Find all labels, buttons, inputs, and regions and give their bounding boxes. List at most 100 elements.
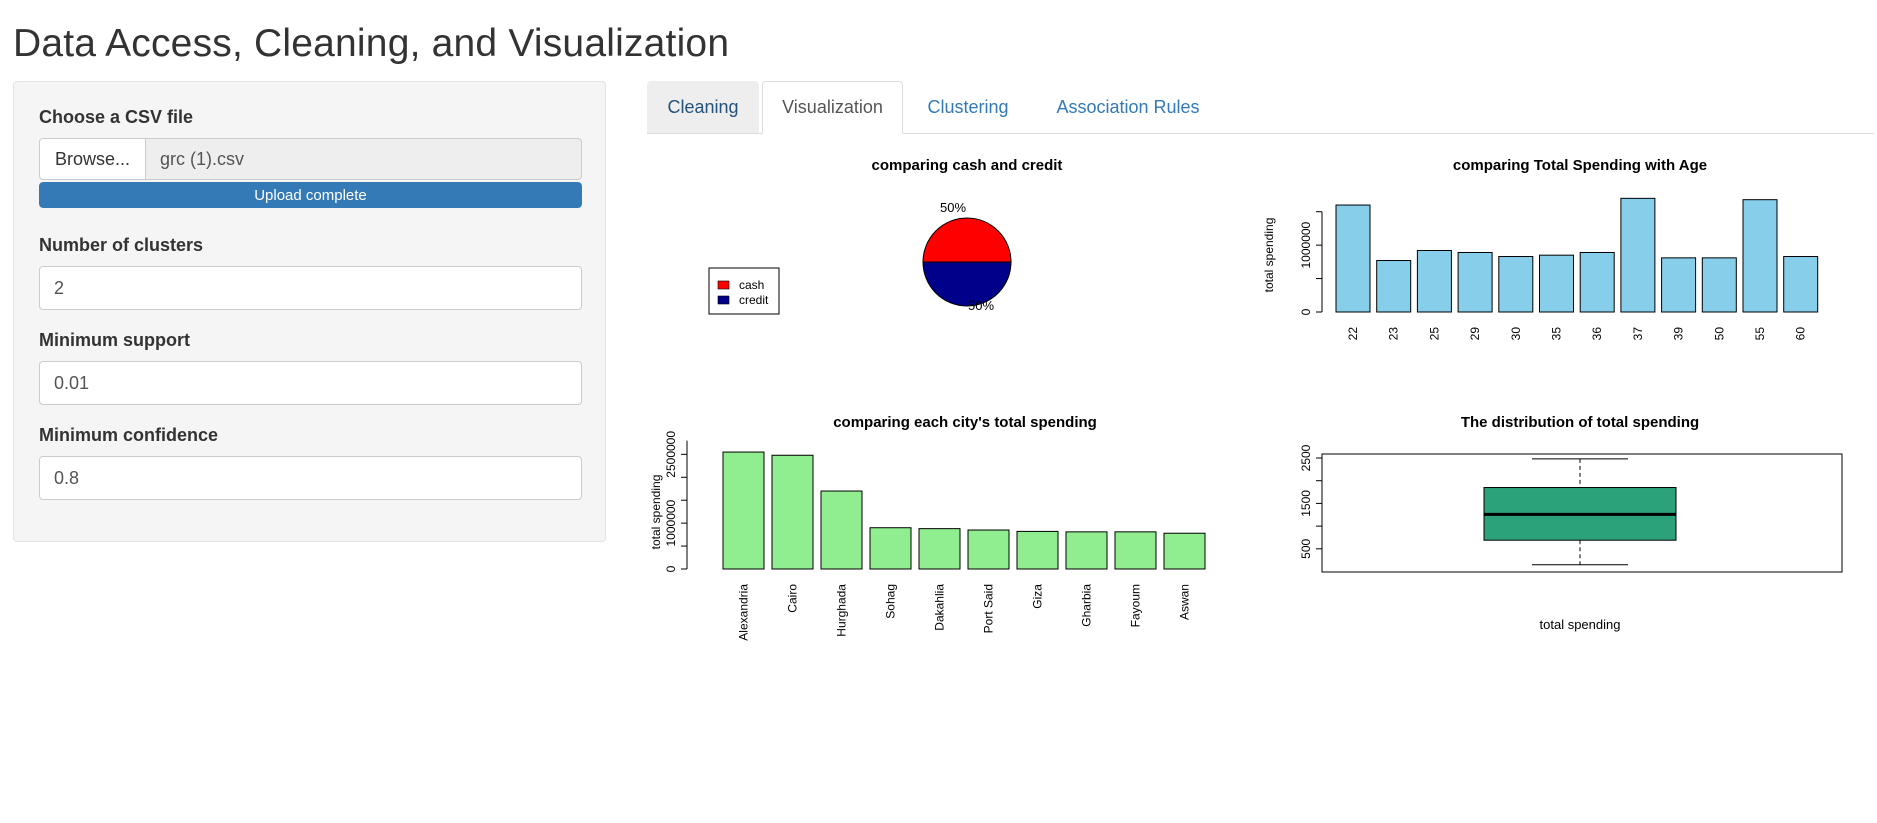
x-label-37: 37 — [1631, 327, 1645, 341]
bar-gharbia — [1065, 531, 1108, 570]
age-chart-title: comparing Total Spending with Age — [1453, 157, 1707, 174]
bar-36 — [1579, 251, 1615, 313]
tab-cleaning[interactable]: Cleaning — [647, 81, 759, 133]
pie-slice-label-cash: 50% — [940, 200, 966, 215]
y-tick-label: 2500 — [1299, 444, 1313, 471]
pie-slice-label-credit: 50% — [968, 298, 994, 313]
bar-22 — [1335, 204, 1371, 313]
upload-progress-bar: Upload complete — [39, 182, 582, 208]
pie-chart: comparing cash and credit 50% 50% cash c… — [708, 157, 1063, 315]
x-label-25: 25 — [1427, 327, 1441, 341]
bar-60 — [1783, 256, 1819, 313]
age-x-labels: 22 23 25 29 30 35 36 37 39 50 55 60 — [1346, 327, 1808, 341]
legend-swatch-credit — [717, 295, 730, 305]
bar-sohag — [869, 527, 912, 570]
file-name-field[interactable]: grc (1).csv — [146, 138, 582, 180]
x-label-aswan: Aswan — [1178, 584, 1192, 620]
legend-label-credit: credit — [739, 293, 769, 307]
bar-50 — [1701, 257, 1737, 313]
city-y-axis: 0 1000000 2500000 — [664, 431, 688, 572]
visualization-plots: comparing cash and credit 50% 50% cash c… — [649, 157, 1843, 641]
x-label-60: 60 — [1794, 327, 1808, 341]
pie-chart-title: comparing cash and credit — [872, 157, 1063, 174]
x-label-30: 30 — [1509, 327, 1523, 341]
bar-aswan — [1163, 532, 1206, 570]
page-title: Data Access, Cleaning, and Visualization — [13, 22, 730, 65]
confidence-label: Minimum confidence — [39, 425, 219, 445]
x-label-dakahlia: Dakahlia — [933, 584, 947, 631]
file-input-group: Browse... grc (1).csv — [39, 138, 582, 180]
support-label: Minimum support — [39, 330, 190, 350]
bar-dakahlia — [918, 528, 961, 570]
boxplot-box — [1483, 458, 1677, 566]
confidence-input[interactable]: 0.8 — [39, 456, 582, 500]
bar-23 — [1376, 260, 1412, 313]
y-tick-label: 0 — [1299, 308, 1313, 315]
x-label-port-said: Port Said — [982, 584, 996, 633]
tab-visualization[interactable]: Visualization — [762, 81, 903, 134]
x-label-hurghada: Hurghada — [835, 584, 849, 637]
legend-label-cash: cash — [739, 278, 764, 292]
bar-port-said — [967, 529, 1010, 570]
tab-bar: Cleaning Visualization Clustering Associ… — [647, 81, 1874, 134]
y-tick-label: 1500 — [1299, 490, 1313, 517]
bar-giza — [1016, 530, 1059, 570]
age-spending-chart: comparing Total Spending with Age total … — [1262, 157, 1819, 341]
pie-legend: cash credit — [708, 267, 780, 315]
city-chart-title: comparing each city's total spending — [833, 414, 1097, 431]
support-input[interactable]: 0.01 — [39, 361, 582, 405]
x-label-sohag: Sohag — [884, 584, 898, 619]
tab-clustering[interactable]: Clustering — [903, 81, 1033, 133]
city-x-labels: Alexandria Cairo Hurghada Sohag Dakahlia Port… — [737, 584, 1192, 641]
x-label-23: 23 — [1387, 327, 1401, 341]
clusters-input[interactable]: 2 — [39, 266, 582, 310]
bar-cairo — [771, 454, 814, 570]
age-chart-ylabel: total spending — [1262, 218, 1276, 293]
bar-35 — [1539, 254, 1574, 313]
boxplot-y-axis: 500 1500 2500 — [1299, 444, 1323, 559]
age-y-axis: 0 1000000 — [1299, 211, 1323, 315]
bar-37 — [1620, 197, 1656, 313]
x-label-cairo: Cairo — [786, 584, 800, 613]
y-tick-label: 0 — [664, 565, 678, 572]
bar-55 — [1742, 199, 1778, 313]
bar-hurghada — [820, 490, 863, 570]
bar-39 — [1661, 257, 1697, 313]
y-tick-label: 500 — [1299, 539, 1313, 559]
city-chart-ylabel: total spending — [649, 475, 663, 550]
tab-association-rules[interactable]: Association Rules — [1033, 81, 1223, 133]
x-label-39: 39 — [1672, 327, 1686, 341]
x-label-fayoum: Fayoum — [1129, 584, 1143, 627]
bar-alexandria — [722, 451, 765, 570]
x-label-alexandria: Alexandria — [737, 584, 751, 641]
bar-25 — [1416, 249, 1452, 313]
boxplot-title: The distribution of total spending — [1461, 414, 1699, 431]
legend-swatch-cash — [717, 280, 730, 290]
pie-slice-cash — [922, 217, 1012, 263]
x-label-55: 55 — [1753, 327, 1767, 341]
pie-slices — [922, 217, 1012, 307]
x-label-36: 36 — [1590, 327, 1604, 341]
y-tick-label: 1000000 — [1299, 221, 1313, 268]
city-spending-chart: comparing each city's total spending tot… — [649, 414, 1206, 641]
age-bars — [1335, 197, 1819, 313]
x-label-22: 22 — [1346, 327, 1360, 341]
city-bars — [722, 451, 1206, 570]
bar-30 — [1498, 256, 1534, 313]
bar-fayoum — [1114, 531, 1157, 570]
file-input-label: Choose a CSV file — [39, 107, 194, 127]
clusters-label: Number of clusters — [39, 235, 204, 255]
y-tick-label: 2500000 — [664, 431, 678, 478]
x-label-giza: Giza — [1031, 584, 1045, 609]
spending-boxplot: The distribution of total spending 500 15… — [1299, 414, 1843, 632]
boxplot-xlabel: total spending — [1540, 617, 1621, 632]
x-label-29: 29 — [1468, 327, 1482, 341]
x-label-gharbia: Gharbia — [1080, 584, 1094, 627]
x-label-50: 50 — [1712, 327, 1726, 341]
y-tick-label: 1000000 — [664, 499, 678, 546]
sidebar-panel: Choose a CSV file Browse... grc (1).csv … — [13, 81, 606, 542]
bar-29 — [1457, 251, 1493, 313]
browse-button[interactable]: Browse... — [39, 138, 146, 180]
upload-progress: Upload complete — [39, 182, 582, 208]
x-label-35: 35 — [1550, 327, 1564, 341]
